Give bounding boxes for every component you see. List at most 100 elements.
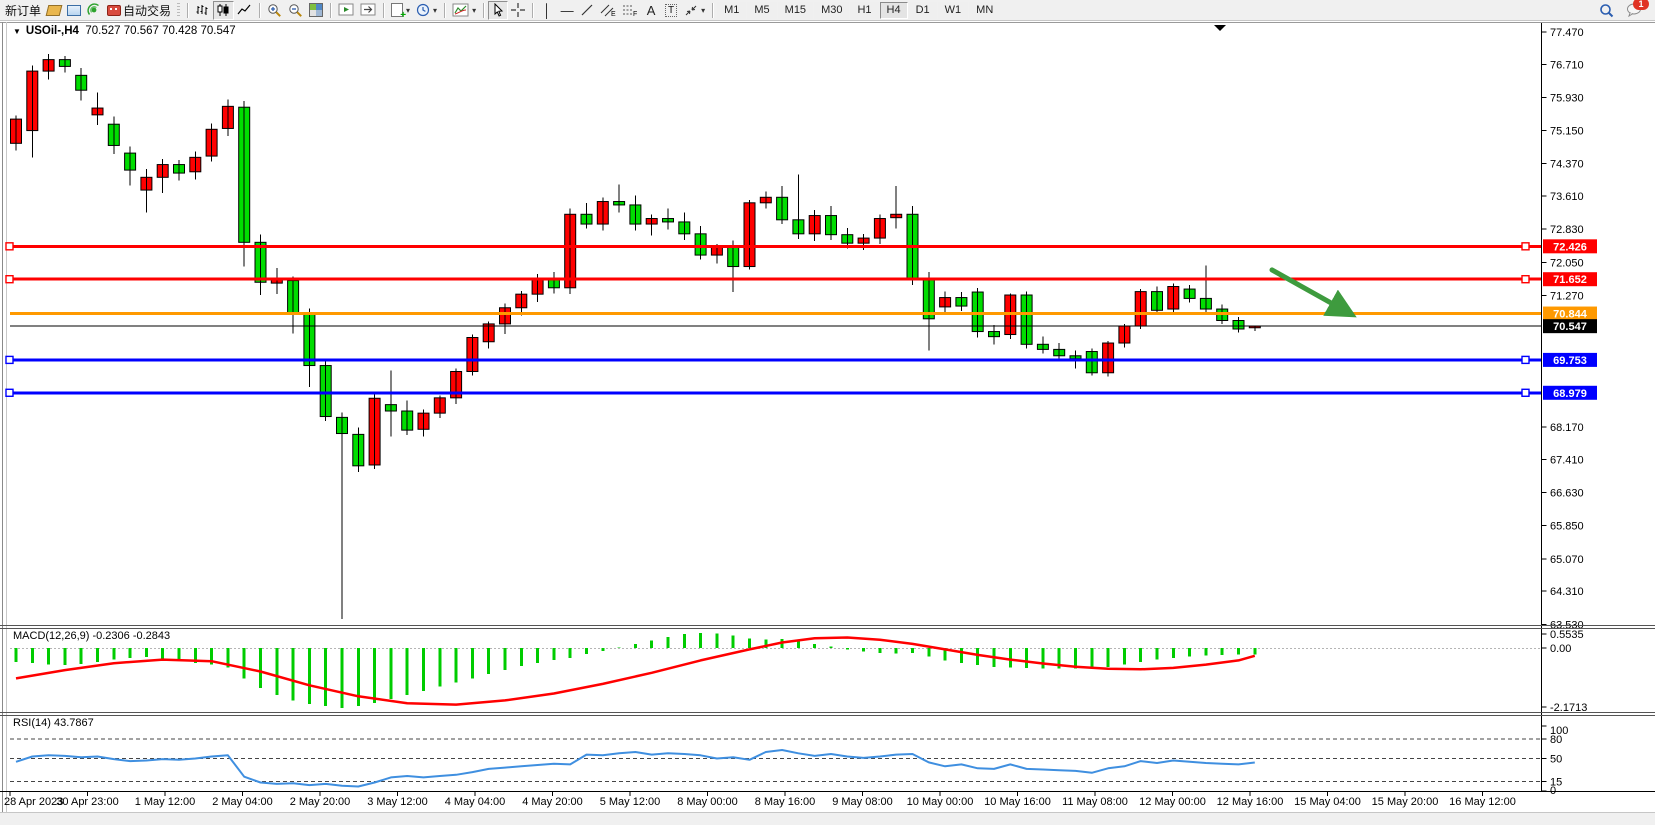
- chart-title: ▼USOil-,H4 70.527 70.567 70.428 70.547: [13, 25, 236, 37]
- new-chart-icon: [391, 3, 403, 17]
- timeframe-MN[interactable]: MN: [969, 2, 1000, 19]
- profiles-button[interactable]: ▾: [413, 1, 440, 20]
- svg-text:5 May 12:00: 5 May 12:00: [600, 796, 661, 808]
- line-chart-button[interactable]: [234, 1, 255, 20]
- tile-windows-button[interactable]: [306, 1, 326, 20]
- line-handle[interactable]: [1522, 243, 1529, 250]
- svg-text:74.370: 74.370: [1550, 159, 1584, 171]
- equidistant-channel-icon: E: [600, 3, 616, 17]
- line-handle[interactable]: [6, 389, 13, 396]
- candlestick-chart-button[interactable]: [213, 1, 234, 20]
- search-button[interactable]: [1596, 1, 1617, 20]
- gold-doc-icon: [46, 5, 63, 16]
- timeframe-H4[interactable]: H4: [880, 2, 908, 19]
- line-handle[interactable]: [1522, 389, 1529, 396]
- zoom-in-icon: [267, 3, 282, 18]
- svg-text:15 May 04:00: 15 May 04:00: [1294, 796, 1361, 808]
- symbol-dropdown-icon[interactable]: ▼: [13, 27, 21, 36]
- line-handle[interactable]: [1522, 276, 1529, 283]
- svg-text:3 May 12:00: 3 May 12:00: [367, 796, 428, 808]
- svg-text:4 May 20:00: 4 May 20:00: [522, 796, 583, 808]
- text-label-button[interactable]: T: [661, 1, 681, 20]
- autotrading-button[interactable]: 自动交易: [104, 1, 174, 20]
- timeframe-W1[interactable]: W1: [938, 2, 969, 19]
- svg-text:12 May 16:00: 12 May 16:00: [1217, 796, 1284, 808]
- arrows-button[interactable]: ▾: [681, 1, 708, 20]
- svg-text:66.630: 66.630: [1550, 488, 1584, 500]
- bar-chart-button[interactable]: [192, 1, 213, 20]
- cursor-button[interactable]: [488, 1, 508, 20]
- crosshair-icon: [511, 3, 525, 17]
- signals-button[interactable]: [84, 1, 104, 20]
- svg-text:1 May 12:00: 1 May 12:00: [135, 796, 196, 808]
- timeframe-M15[interactable]: M15: [778, 2, 813, 19]
- chart-plot-area[interactable]: 72.42671.65270.84470.54769.75368.97977.4…: [0, 0, 1655, 825]
- svg-text:10 May 16:00: 10 May 16:00: [984, 796, 1051, 808]
- signal-icon: [87, 3, 101, 17]
- line-handle[interactable]: [6, 276, 13, 283]
- chart-ohlc-values: 70.527 70.567 70.428 70.547: [85, 25, 235, 37]
- tile-windows-icon: [309, 3, 323, 17]
- svg-text:0.5535: 0.5535: [1550, 629, 1584, 641]
- svg-text:12 May 00:00: 12 May 00:00: [1139, 796, 1206, 808]
- vertical-line-button[interactable]: │: [537, 1, 557, 20]
- chevron-down-icon: ▾: [701, 6, 705, 15]
- chevron-down-icon: ▾: [472, 6, 476, 15]
- svg-text:80: 80: [1550, 734, 1562, 746]
- svg-text:30 Apr 23:00: 30 Apr 23:00: [56, 796, 118, 808]
- channel-button[interactable]: E: [597, 1, 619, 20]
- horizontal-line-button[interactable]: —: [557, 1, 577, 20]
- svg-text:70.547: 70.547: [1553, 321, 1587, 333]
- zoom-out-button[interactable]: [285, 1, 306, 20]
- crosshair-button[interactable]: [508, 1, 528, 20]
- chart-window-icon: [67, 5, 81, 16]
- svg-text:F: F: [633, 11, 637, 17]
- metaeditor-button[interactable]: [44, 1, 64, 20]
- svg-text:9 May 08:00: 9 May 08:00: [832, 796, 893, 808]
- auto-scroll-icon: [338, 3, 354, 17]
- status-bar: [0, 812, 1655, 825]
- market-watch-button[interactable]: [64, 1, 84, 20]
- indicators-icon: [452, 3, 469, 17]
- new-order-button[interactable]: 新订单: [2, 1, 44, 20]
- chat-button[interactable]: 1: [1623, 1, 1645, 20]
- timeframe-D1[interactable]: D1: [909, 2, 937, 19]
- text-label-icon: T: [665, 4, 677, 17]
- svg-text:15 May 20:00: 15 May 20:00: [1372, 796, 1439, 808]
- trendline-button[interactable]: [577, 1, 597, 20]
- timeframe-group: M1M5M15M30H1H4D1W1MN: [717, 2, 1000, 19]
- svg-text:76.710: 76.710: [1550, 59, 1584, 71]
- toolbar: 新订单 自动交易 ▾ ▾ ▾: [0, 0, 1655, 21]
- notification-badge: 1: [1633, 0, 1649, 10]
- svg-text:71.652: 71.652: [1553, 274, 1587, 286]
- svg-text:50: 50: [1550, 754, 1562, 766]
- line-handle[interactable]: [6, 356, 13, 363]
- trendline-icon: [580, 3, 594, 17]
- auto-scroll-button[interactable]: [335, 1, 357, 20]
- bar-chart-icon: [195, 3, 210, 17]
- timeframe-H1[interactable]: H1: [850, 2, 878, 19]
- svg-text:2 May 04:00: 2 May 04:00: [212, 796, 273, 808]
- zoom-in-button[interactable]: [264, 1, 285, 20]
- text-button[interactable]: A: [641, 1, 661, 20]
- svg-text:11 May 08:00: 11 May 08:00: [1062, 796, 1128, 808]
- new-chart-button[interactable]: ▾: [388, 1, 413, 20]
- chart-shift-button[interactable]: [357, 1, 379, 20]
- timeframe-M5[interactable]: M5: [747, 2, 776, 19]
- svg-text:75.150: 75.150: [1550, 126, 1584, 138]
- svg-text:75.930: 75.930: [1550, 92, 1584, 104]
- candlestick-chart-icon: [216, 3, 231, 17]
- line-handle[interactable]: [6, 243, 13, 250]
- timeframe-M1[interactable]: M1: [717, 2, 746, 19]
- text-icon: A: [647, 3, 656, 18]
- line-handle[interactable]: [1522, 356, 1529, 363]
- timeframe-M30[interactable]: M30: [814, 2, 849, 19]
- fibonacci-button[interactable]: F: [619, 1, 641, 20]
- indicators-button[interactable]: ▾: [449, 1, 479, 20]
- svg-text:4 May 04:00: 4 May 04:00: [445, 796, 506, 808]
- horizontal-line-icon: —: [561, 3, 574, 18]
- chevron-down-icon: ▾: [433, 6, 437, 15]
- svg-text:72.830: 72.830: [1550, 224, 1584, 236]
- svg-text:72.426: 72.426: [1553, 241, 1587, 253]
- svg-text:70.844: 70.844: [1553, 309, 1588, 321]
